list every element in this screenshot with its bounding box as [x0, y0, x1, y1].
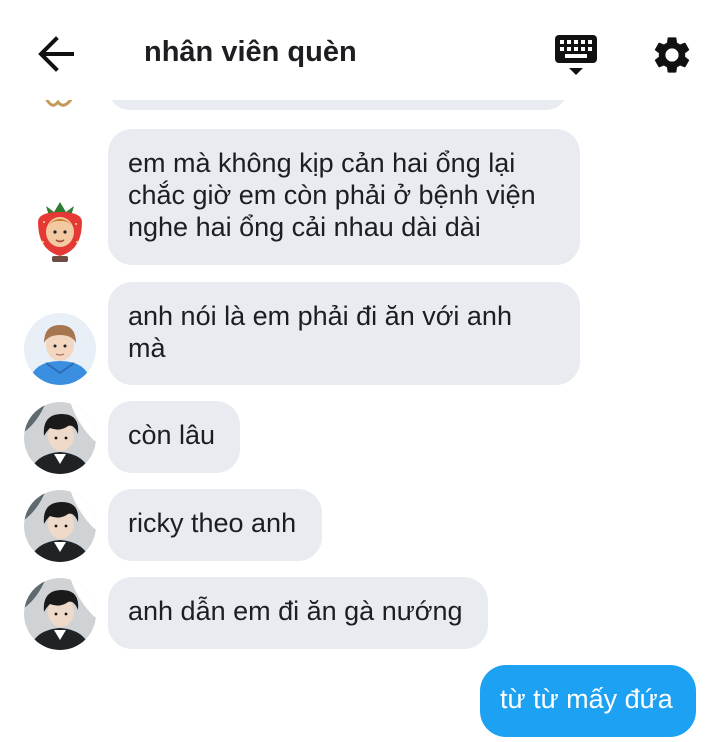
message-bubble[interactable]: em mà không kịp cản hai ổng lại chắc giờ… — [108, 129, 580, 265]
gear-icon — [654, 37, 690, 73]
conversation-title: nhân viên quèn — [144, 36, 357, 68]
dark-hair-avatar[interactable] — [24, 490, 96, 562]
arrow-left-icon — [38, 36, 74, 72]
keyboard-button[interactable] — [553, 33, 599, 79]
message-bubble[interactable]: còn lâu — [108, 401, 240, 473]
back-button[interactable] — [34, 34, 78, 74]
outgoing-message-bubble[interactable]: từ từ mấy đứa — [480, 665, 696, 737]
message-bubble[interactable]: anh dẫn em đi ăn gà nướng — [108, 577, 488, 649]
message-bubble[interactable]: anh nói là em phải đi ăn với anh mà — [108, 282, 580, 385]
message-bubble[interactable]: ricky theo anh — [108, 489, 322, 561]
chat-header: nhân viên quèn — [0, 0, 719, 100]
dark-hair-avatar[interactable] — [24, 402, 96, 474]
blue-hoodie-avatar[interactable] — [24, 313, 96, 385]
settings-button[interactable] — [650, 33, 694, 77]
strawberry-avatar[interactable] — [24, 192, 96, 264]
keyboard-icon — [555, 35, 597, 75]
dark-hair-avatar[interactable] — [24, 578, 96, 650]
